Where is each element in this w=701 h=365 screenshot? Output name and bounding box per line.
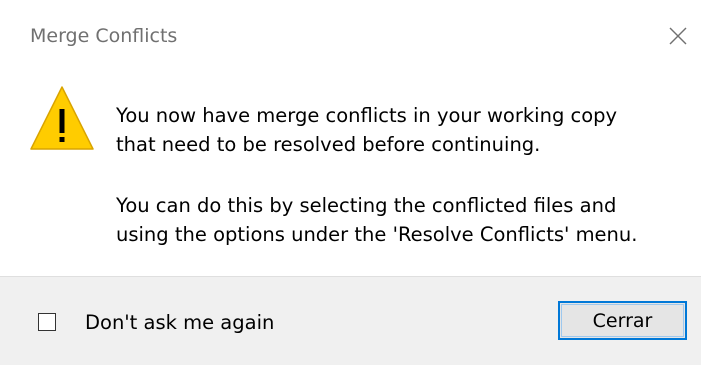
message-line: using the options under the 'Resolve Con… (116, 223, 638, 246)
message-line: You can do this by selecting the conflic… (116, 194, 617, 217)
message-line: that need to be resolved before continui… (116, 133, 541, 156)
message-paragraph-2: You can do this by selecting the conflic… (116, 191, 637, 249)
message-line: You now have merge conflicts in your wor… (116, 104, 618, 127)
dont-ask-again-checkbox[interactable] (38, 313, 56, 331)
dialog-footer: Don't ask me again Cerrar (0, 276, 701, 365)
dialog-title: Merge Conflicts (30, 25, 178, 47)
close-button[interactable]: Cerrar (558, 301, 687, 340)
warning-icon (28, 83, 96, 153)
close-icon[interactable] (668, 26, 688, 46)
merge-conflicts-dialog: Merge Conflicts You now have merge confl… (0, 0, 701, 365)
dont-ask-again-label[interactable]: Don't ask me again (85, 311, 274, 334)
message-paragraph-1: You now have merge conflicts in your wor… (116, 101, 617, 159)
